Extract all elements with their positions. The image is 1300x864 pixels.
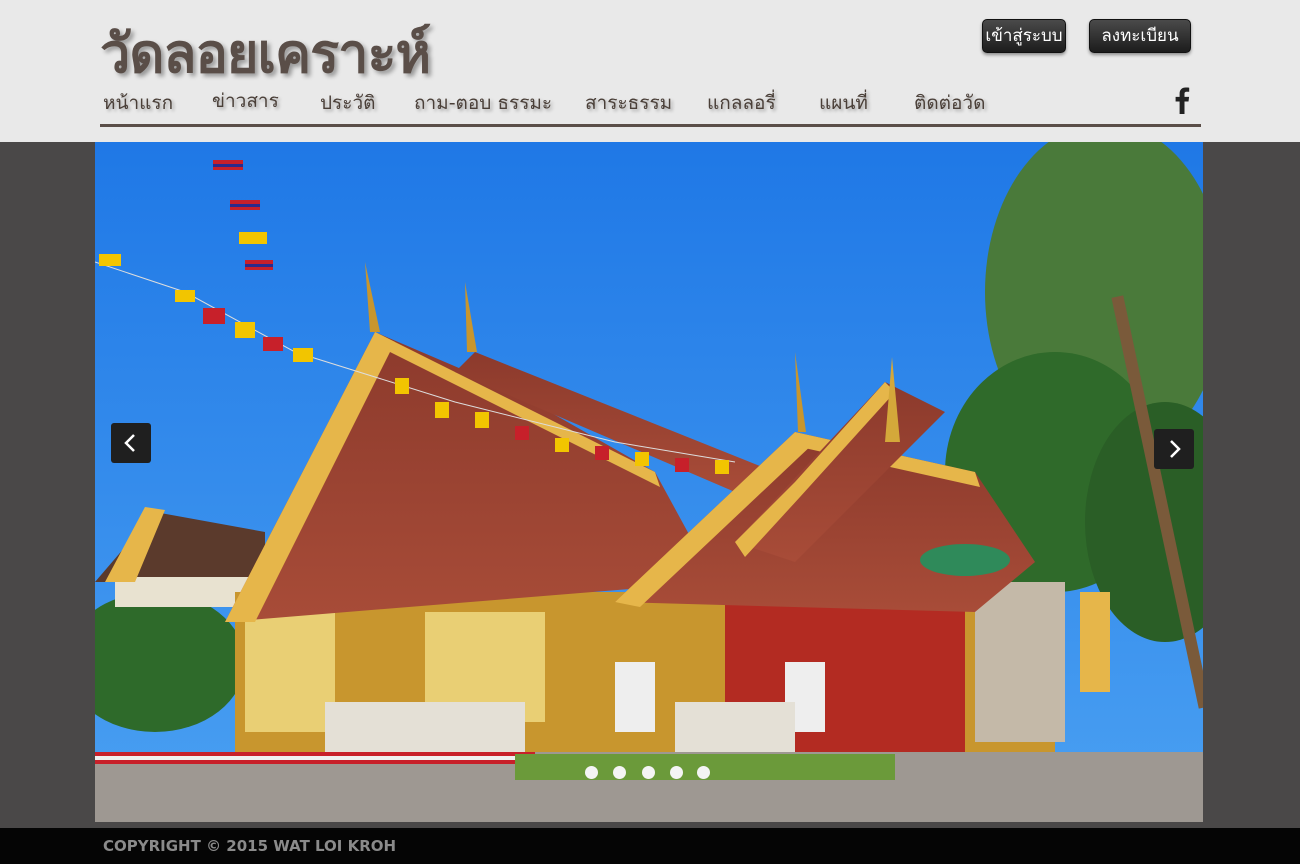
slider-prev-button[interactable] bbox=[111, 423, 151, 463]
nav-item-dhamma-articles[interactable]: สาระธรรม bbox=[585, 88, 672, 118]
temple-photo bbox=[95, 142, 1203, 822]
facebook-icon[interactable] bbox=[1174, 86, 1190, 114]
nav-item-contact[interactable]: ติดต่อวัด bbox=[914, 88, 985, 118]
nav-item-dhamma-qa[interactable]: ถาม-ตอบ ธรรมะ bbox=[414, 88, 552, 118]
slider-dot-3[interactable] bbox=[642, 766, 655, 779]
slider-dot-1[interactable] bbox=[585, 766, 598, 779]
slider-dot-5[interactable] bbox=[697, 766, 710, 779]
nav-divider bbox=[100, 124, 1201, 127]
site-header: วัดลอยเคราะห์ เข้าสู่ระบบ ลงทะเบียน หน้า… bbox=[0, 0, 1300, 142]
nav-item-map[interactable]: แผนที่ bbox=[819, 88, 868, 118]
slider-dot-4[interactable] bbox=[670, 766, 683, 779]
register-button[interactable]: ลงทะเบียน bbox=[1089, 19, 1191, 53]
hero-slider bbox=[95, 142, 1203, 822]
slider-next-button[interactable] bbox=[1154, 429, 1194, 469]
nav-item-history[interactable]: ประวัติ bbox=[320, 88, 375, 118]
nav-item-news[interactable]: ข่าวสาร bbox=[212, 86, 279, 116]
nav-item-gallery[interactable]: แกลลอรี่ bbox=[707, 88, 776, 118]
copyright-text: COPYRIGHT © 2015 WAT LOI KROH bbox=[103, 837, 397, 855]
site-title[interactable]: วัดลอยเคราะห์ bbox=[100, 10, 431, 96]
nav-item-home[interactable]: หน้าแรก bbox=[103, 88, 173, 118]
chevron-right-icon bbox=[1170, 440, 1181, 458]
site-footer: COPYRIGHT © 2015 WAT LOI KROH bbox=[0, 828, 1300, 864]
login-button[interactable]: เข้าสู่ระบบ bbox=[982, 19, 1066, 53]
slider-dot-2[interactable] bbox=[613, 766, 626, 779]
chevron-left-icon bbox=[124, 434, 135, 452]
